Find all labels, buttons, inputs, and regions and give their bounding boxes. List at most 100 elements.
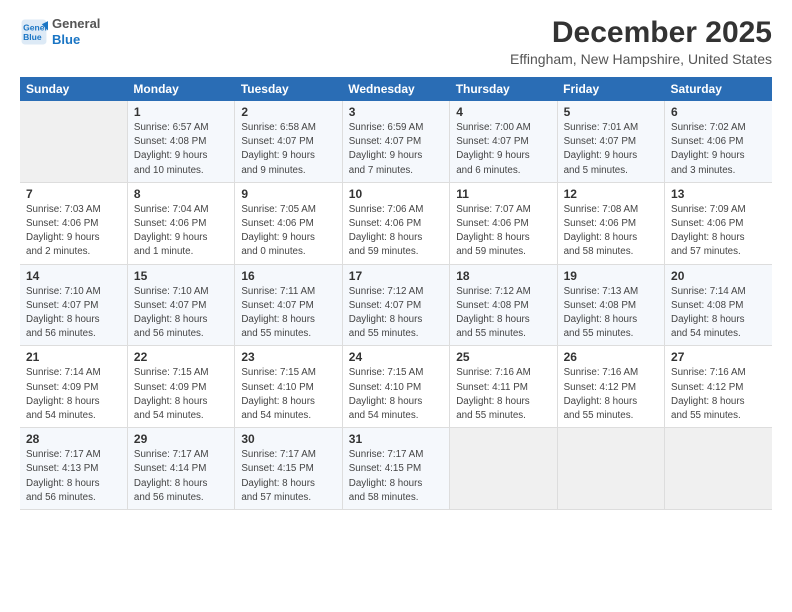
day-info: Sunrise: 7:02 AM Sunset: 4:06 PM Dayligh… — [671, 121, 766, 178]
day-number: 31 — [349, 432, 443, 446]
day-info: Sunrise: 7:16 AM Sunset: 4:12 PM Dayligh… — [564, 366, 658, 423]
day-info: Sunrise: 7:14 AM Sunset: 4:09 PM Dayligh… — [26, 366, 121, 423]
day-cell: 8 Sunrise: 7:04 AM Sunset: 4:06 PM Daylig… — [127, 182, 234, 264]
day-cell: 7Sunrise: 7:03 AM Sunset: 4:06 PM Daylig… — [20, 182, 127, 264]
day-cell: 1Sunrise: 6:57 AM Sunset: 4:08 PM Daylig… — [127, 101, 234, 182]
day-info: Sunrise: 7:17 AM Sunset: 4:14 PM Dayligh… — [134, 448, 228, 505]
day-info: Sunrise: 7:05 AM Sunset: 4:06 PM Dayligh… — [241, 203, 335, 260]
day-cell: 19 Sunrise: 7:13 AM Sunset: 4:08 PM Dayli… — [557, 264, 664, 346]
day-number: 18 — [456, 269, 550, 283]
day-number: 24 — [349, 350, 443, 364]
day-info: Sunrise: 7:11 AM Sunset: 4:07 PM Dayligh… — [241, 285, 335, 342]
day-cell: 11 Sunrise: 7:07 AM Sunset: 4:06 PM Dayli… — [450, 182, 557, 264]
day-cell: 14Sunrise: 7:10 AM Sunset: 4:07 PM Dayli… — [20, 264, 127, 346]
day-number: 10 — [349, 187, 443, 201]
day-number: 19 — [564, 269, 658, 283]
day-info: Sunrise: 7:15 AM Sunset: 4:09 PM Dayligh… — [134, 366, 228, 423]
day-number: 17 — [349, 269, 443, 283]
day-number: 14 — [26, 269, 121, 283]
day-cell — [450, 428, 557, 510]
day-info: Sunrise: 6:58 AM Sunset: 4:07 PM Dayligh… — [241, 121, 335, 178]
day-cell: 10 Sunrise: 7:06 AM Sunset: 4:06 PM Dayli… — [342, 182, 449, 264]
day-cell: 20Sunrise: 7:14 AM Sunset: 4:08 PM Dayli… — [665, 264, 772, 346]
day-number: 26 — [564, 350, 658, 364]
day-number: 28 — [26, 432, 121, 446]
day-info: Sunrise: 6:59 AM Sunset: 4:07 PM Dayligh… — [349, 121, 443, 178]
calendar-table: SundayMondayTuesdayWednesdayThursdayFrid… — [20, 77, 772, 510]
day-cell: 27Sunrise: 7:16 AM Sunset: 4:12 PM Dayli… — [665, 346, 772, 428]
day-info: Sunrise: 7:09 AM Sunset: 4:06 PM Dayligh… — [671, 203, 766, 260]
day-cell — [665, 428, 772, 510]
day-cell: 23 Sunrise: 7:15 AM Sunset: 4:10 PM Dayli… — [235, 346, 342, 428]
day-info: Sunrise: 7:17 AM Sunset: 4:13 PM Dayligh… — [26, 448, 121, 505]
day-number: 27 — [671, 350, 766, 364]
day-info: Sunrise: 7:01 AM Sunset: 4:07 PM Dayligh… — [564, 121, 658, 178]
day-info: Sunrise: 7:07 AM Sunset: 4:06 PM Dayligh… — [456, 203, 550, 260]
day-cell: 25Sunrise: 7:16 AM Sunset: 4:11 PM Dayli… — [450, 346, 557, 428]
day-cell: 13 Sunrise: 7:09 AM Sunset: 4:06 PM Dayli… — [665, 182, 772, 264]
day-number: 13 — [671, 187, 766, 201]
day-cell: 9 Sunrise: 7:05 AM Sunset: 4:06 PM Daylig… — [235, 182, 342, 264]
day-number: 29 — [134, 432, 228, 446]
location: Effingham, New Hampshire, United States — [510, 51, 772, 67]
day-cell: 12 Sunrise: 7:08 AM Sunset: 4:06 PM Dayli… — [557, 182, 664, 264]
day-cell: 3Sunrise: 6:59 AM Sunset: 4:07 PM Daylig… — [342, 101, 449, 182]
col-wednesday: Wednesday — [342, 77, 449, 101]
week-row-2: 14 Sunrise: 7:10 AM Sunset: 4:07 PM Dayli… — [20, 264, 772, 346]
day-info: Sunrise: 6:57 AM Sunset: 4:08 PM Dayligh… — [134, 121, 228, 178]
day-cell — [20, 101, 127, 182]
title-block: December 2025 Effingham, New Hampshire, … — [510, 16, 772, 67]
day-info: Sunrise: 7:17 AM Sunset: 4:15 PM Dayligh… — [349, 448, 443, 505]
day-cell: 21 Sunrise: 7:14 AM Sunset: 4:09 PM Dayli… — [20, 346, 127, 428]
week-row-3: 21 Sunrise: 7:14 AM Sunset: 4:09 PM Dayli… — [20, 346, 772, 428]
day-cell: 4Sunrise: 7:00 AM Sunset: 4:07 PM Daylig… — [450, 101, 557, 182]
day-number: 5 — [564, 105, 658, 119]
day-cell: 22 Sunrise: 7:15 AM Sunset: 4:09 PM Dayli… — [127, 346, 234, 428]
col-thursday: Thursday — [450, 77, 557, 101]
day-cell: 16 Sunrise: 7:11 AM Sunset: 4:07 PM Dayli… — [235, 264, 342, 346]
day-info: Sunrise: 7:06 AM Sunset: 4:06 PM Dayligh… — [349, 203, 443, 260]
day-number: 22 — [134, 350, 228, 364]
day-number: 8 — [134, 187, 228, 201]
col-monday: Monday — [127, 77, 234, 101]
day-cell: 31 Sunrise: 7:17 AM Sunset: 4:15 PM Dayli… — [342, 428, 449, 510]
header-row: SundayMondayTuesdayWednesdayThursdayFrid… — [20, 77, 772, 101]
day-info: Sunrise: 7:15 AM Sunset: 4:10 PM Dayligh… — [241, 366, 335, 423]
day-cell: 30Sunrise: 7:17 AM Sunset: 4:15 PM Dayli… — [235, 428, 342, 510]
header: General Blue General Blue December 2025 … — [20, 16, 772, 67]
col-friday: Friday — [557, 77, 664, 101]
day-info: Sunrise: 7:16 AM Sunset: 4:11 PM Dayligh… — [456, 366, 550, 423]
day-number: 6 — [671, 105, 766, 119]
day-cell: 24 Sunrise: 7:15 AM Sunset: 4:10 PM Dayli… — [342, 346, 449, 428]
col-tuesday: Tuesday — [235, 77, 342, 101]
logo-icon: General Blue — [20, 18, 48, 46]
day-number: 16 — [241, 269, 335, 283]
day-number: 30 — [241, 432, 335, 446]
day-cell: 26 Sunrise: 7:16 AM Sunset: 4:12 PM Dayli… — [557, 346, 664, 428]
day-number: 12 — [564, 187, 658, 201]
day-info: Sunrise: 7:12 AM Sunset: 4:07 PM Dayligh… — [349, 285, 443, 342]
logo-blue: Blue — [52, 32, 80, 47]
day-info: Sunrise: 7:04 AM Sunset: 4:06 PM Dayligh… — [134, 203, 228, 260]
day-info: Sunrise: 7:13 AM Sunset: 4:08 PM Dayligh… — [564, 285, 658, 342]
day-cell: 2 Sunrise: 6:58 AM Sunset: 4:07 PM Daylig… — [235, 101, 342, 182]
day-info: Sunrise: 7:12 AM Sunset: 4:08 PM Dayligh… — [456, 285, 550, 342]
day-cell: 18 Sunrise: 7:12 AM Sunset: 4:08 PM Dayli… — [450, 264, 557, 346]
svg-text:Blue: Blue — [23, 31, 42, 41]
day-number: 23 — [241, 350, 335, 364]
day-cell: 15 Sunrise: 7:10 AM Sunset: 4:07 PM Dayli… — [127, 264, 234, 346]
day-number: 15 — [134, 269, 228, 283]
day-number: 11 — [456, 187, 550, 201]
day-cell: 17 Sunrise: 7:12 AM Sunset: 4:07 PM Dayli… — [342, 264, 449, 346]
day-info: Sunrise: 7:14 AM Sunset: 4:08 PM Dayligh… — [671, 285, 766, 342]
day-cell: 28 Sunrise: 7:17 AM Sunset: 4:13 PM Dayli… — [20, 428, 127, 510]
day-number: 2 — [241, 105, 335, 119]
day-cell: 5 Sunrise: 7:01 AM Sunset: 4:07 PM Daylig… — [557, 101, 664, 182]
week-row-4: 28 Sunrise: 7:17 AM Sunset: 4:13 PM Dayli… — [20, 428, 772, 510]
day-info: Sunrise: 7:08 AM Sunset: 4:06 PM Dayligh… — [564, 203, 658, 260]
day-number: 9 — [241, 187, 335, 201]
day-cell: 29 Sunrise: 7:17 AM Sunset: 4:14 PM Dayli… — [127, 428, 234, 510]
day-info: Sunrise: 7:10 AM Sunset: 4:07 PM Dayligh… — [134, 285, 228, 342]
day-number: 21 — [26, 350, 121, 364]
day-info: Sunrise: 7:15 AM Sunset: 4:10 PM Dayligh… — [349, 366, 443, 423]
